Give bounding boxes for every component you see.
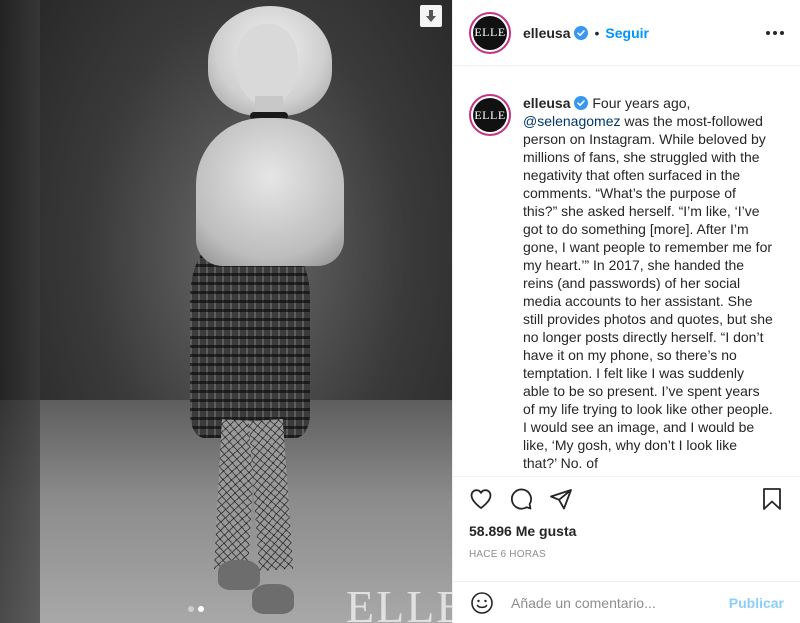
more-options-button[interactable]	[766, 23, 784, 43]
subject-left-shoe	[218, 560, 260, 590]
action-row	[469, 477, 784, 521]
publish-button[interactable]: Publicar	[729, 595, 784, 611]
caption-body: was the most-followed person on Instagra…	[523, 113, 773, 471]
share-icon	[550, 489, 572, 510]
comment-input[interactable]	[511, 594, 729, 611]
carousel-dot-active	[198, 606, 204, 612]
caption-text: elleusa Four years ago, @selenagomez was…	[523, 94, 773, 476]
subject-skirt	[190, 238, 310, 438]
more-dot-icon	[773, 30, 777, 35]
comment-button[interactable]	[509, 487, 533, 511]
subject-right-shoe	[252, 584, 294, 614]
follow-button[interactable]: Seguir	[605, 25, 649, 41]
save-button[interactable]	[760, 487, 784, 511]
avatar-logo: ELLE	[473, 98, 507, 132]
share-button[interactable]	[549, 487, 573, 511]
post-timestamp[interactable]: HACE 6 HORAS	[469, 549, 784, 560]
smiley-icon	[471, 591, 493, 614]
carousel-dot	[188, 606, 194, 612]
comment-icon	[510, 488, 532, 510]
avatar-logo: ELLE	[473, 15, 507, 50]
header-separator: •	[594, 24, 600, 41]
more-dot-icon	[766, 30, 770, 35]
verified-badge-icon	[574, 96, 589, 110]
download-arrow-icon	[426, 10, 436, 22]
caption-username[interactable]: elleusa	[523, 95, 570, 111]
subject-sweater	[196, 118, 344, 266]
likes-count[interactable]: 58.896 Me gusta	[469, 523, 784, 539]
header-username[interactable]: elleusa	[523, 25, 570, 41]
caption-avatar[interactable]: ELLE	[469, 94, 511, 136]
bookmark-icon	[763, 488, 781, 510]
more-dot-icon	[780, 30, 784, 35]
subject-face	[236, 24, 298, 106]
caption-body-start: Four years ago,	[592, 95, 691, 111]
verified-badge-icon	[574, 25, 589, 40]
post-photo[interactable]: ELLE	[0, 0, 452, 623]
caption-mention-link[interactable]: @selenagomez	[523, 113, 621, 129]
emoji-button[interactable]	[469, 590, 495, 616]
header-avatar[interactable]: ELLE	[469, 11, 511, 54]
carousel-indicator	[188, 606, 204, 612]
post-side-panel: ELLE elleusa • Seguir ELLE elleusa Four …	[452, 0, 800, 623]
post-header: ELLE elleusa • Seguir	[453, 0, 800, 66]
elle-watermark: ELLE	[346, 581, 452, 623]
like-button[interactable]	[469, 487, 493, 511]
heart-icon	[470, 489, 492, 509]
download-button[interactable]	[420, 5, 442, 27]
photo-backdrop-stand	[0, 0, 40, 623]
post-actions: 58.896 Me gusta HACE 6 HORAS	[453, 476, 800, 560]
comment-bar: Publicar	[453, 581, 800, 623]
caption-area: ELLE elleusa Four years ago, @selenagome…	[453, 66, 800, 476]
